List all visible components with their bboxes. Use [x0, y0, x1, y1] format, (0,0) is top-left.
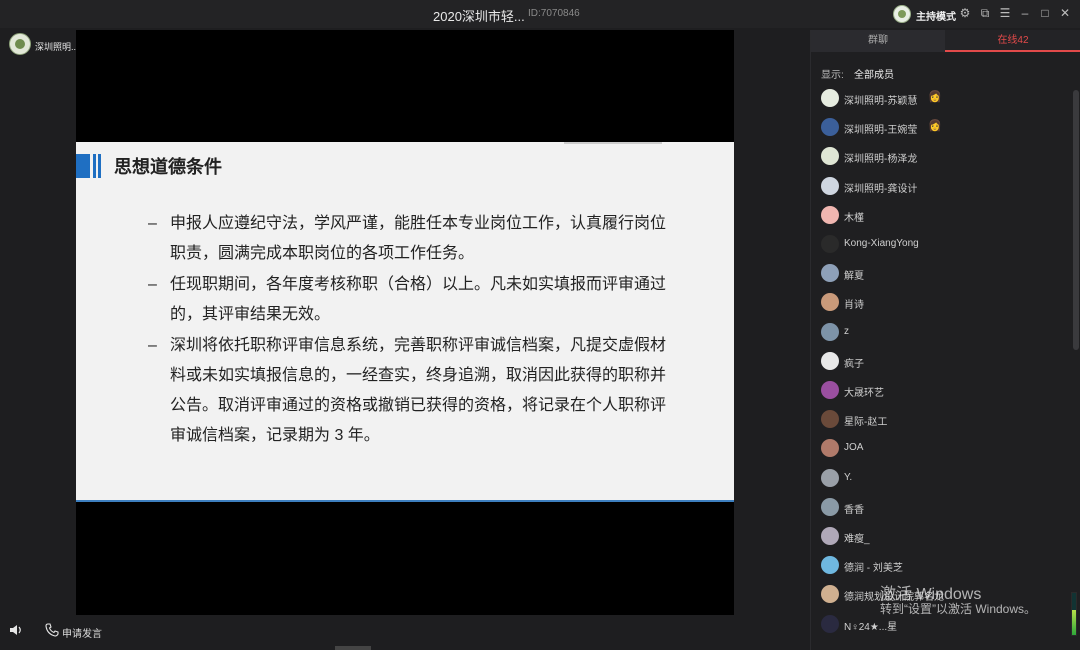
member-name: 德润 - 刘美芝 — [844, 563, 903, 575]
member-avatar — [821, 468, 839, 487]
member-avatar — [821, 264, 839, 283]
member-item[interactable]: JOA — [821, 438, 1061, 458]
member-name: 木槿 — [844, 212, 864, 224]
user-avatar[interactable] — [9, 33, 31, 55]
members-panel: 群聊 在线42 显示: 全部成员 深圳照明-苏颖慧 👩 深圳照明-王婉莹 👩 深圳照明-… — [810, 30, 1080, 650]
app-window: 2020深圳市轻... ID:7070846 主持模式 ⚙ ⧉ ☰ – □ ✕ … — [0, 0, 1080, 650]
member-item[interactable]: 德润 - 刘美芝 — [821, 555, 1061, 575]
slide-title-bar — [98, 154, 101, 178]
member-avatar — [821, 497, 839, 516]
tab-group-chat[interactable]: 群聊 — [811, 30, 945, 52]
member-avatar — [821, 381, 839, 399]
menu-icon[interactable]: ☰ — [997, 5, 1013, 21]
member-name: 大晟环艺 — [844, 388, 884, 399]
windows-activation-hint: 转到“设置”以激活 Windows。 — [880, 602, 1037, 616]
member-name: 难瘦_ — [844, 534, 870, 545]
member-badge-icon: 👩 — [928, 91, 942, 103]
member-name: 香香 — [844, 504, 864, 516]
title-bar: 2020深圳市轻... ID:7070846 主持模式 ⚙ ⧉ ☰ – □ ✕ — [0, 0, 1080, 28]
member-item[interactable]: 木槿 — [821, 205, 1061, 225]
member-item[interactable]: 肖诗 — [821, 292, 1061, 312]
bullet-text: 深圳将依托职称评审信息系统，完善职称评审诚信档案，凡提交虚假材料或未如实填报信息… — [170, 337, 667, 444]
slide-title: 思想道德条件 — [114, 157, 222, 177]
member-item[interactable]: 深圳照明-杨泽龙 — [821, 146, 1061, 166]
meeting-id: ID:7070846 — [528, 8, 580, 19]
member-item[interactable]: Kong-XiangYong — [821, 234, 1061, 254]
member-name: 深圳照明-龚设计 — [844, 183, 918, 195]
member-avatar — [821, 118, 839, 137]
member-avatar — [821, 439, 839, 458]
member-item[interactable]: 深圳照明-龚设计 — [821, 176, 1061, 196]
member-avatar — [821, 585, 839, 604]
member-item[interactable]: 疯子 — [821, 351, 1061, 371]
member-avatar — [821, 556, 839, 575]
user-name: 深圳照明... — [35, 42, 79, 52]
member-badge-icon: 👩 — [928, 120, 942, 133]
presentation-slide: 思想道德条件 – 申报人应遵纪守法，学风严谨，能胜任本专业岗位工作，认真履行岗位… — [76, 142, 734, 502]
slide-divider — [564, 142, 662, 144]
bullet-dash: – — [148, 276, 157, 293]
member-avatar — [821, 527, 839, 545]
host-avatar — [893, 5, 911, 23]
slide-title-bar — [93, 154, 96, 178]
member-avatar — [821, 147, 839, 166]
member-name: 深圳照明-王婉莹 — [844, 125, 918, 137]
member-name: 疯子 — [844, 358, 864, 370]
bullet-text: 任现职期间，各年度考核称职（合格）以上。凡未如实填报而评审通过的，其评审结果无效… — [170, 276, 667, 323]
speaker-icon[interactable] — [9, 623, 23, 637]
member-name: 深圳照明-苏颖慧 — [844, 96, 918, 107]
member-avatar — [821, 176, 839, 195]
member-name: Kong-XiangYong — [844, 238, 919, 249]
member-item[interactable]: 香香 — [821, 497, 1061, 517]
maximize-icon[interactable]: □ — [1037, 5, 1053, 21]
slide-title-bar — [76, 154, 90, 178]
external-link-icon[interactable]: ⧉ — [977, 5, 993, 21]
bullet-dash: – — [148, 215, 157, 232]
phone-icon[interactable] — [45, 623, 59, 637]
member-name: JOA — [844, 442, 864, 454]
slide-bullet: – 任现职期间，各年度考核称职（合格）以上。凡未如实填报而评审通过的，其评审结果… — [148, 270, 678, 330]
member-item[interactable]: 难瘦_ — [821, 526, 1061, 546]
slide-bullet: – 申报人应遵纪守法，学风严谨，能胜任本专业岗位工作，认真履行岗位职责，圆满完成… — [148, 209, 678, 269]
member-avatar — [821, 614, 839, 633]
member-item[interactable]: Y. — [821, 468, 1061, 488]
filter-label: 显示: — [821, 70, 844, 81]
audio-level-fill — [1072, 609, 1076, 635]
bullet-text: 申报人应遵纪守法，学风严谨，能胜任本专业岗位工作，认真履行岗位职责，圆满完成本职… — [170, 215, 667, 262]
member-item[interactable]: 深圳照明-王婉莹 👩 — [821, 117, 1061, 137]
member-name: N♀24★...星 — [844, 621, 898, 633]
gear-icon[interactable]: ⚙ — [957, 5, 973, 21]
member-avatar — [821, 322, 839, 341]
minimize-icon[interactable]: – — [1017, 5, 1033, 21]
member-avatar — [821, 235, 839, 253]
member-item[interactable]: 大晟环艺 — [821, 380, 1061, 400]
member-avatar — [821, 293, 839, 312]
window-title: 2020深圳市轻... — [433, 9, 525, 24]
member-name: 解夏 — [844, 271, 864, 283]
panel-scrollbar[interactable] — [1073, 90, 1079, 350]
member-name: z — [844, 325, 849, 337]
member-avatar — [821, 410, 839, 429]
host-mode-label[interactable]: 主持模式 — [916, 8, 956, 23]
filter-select[interactable]: 全部成员 — [854, 66, 894, 81]
member-item[interactable]: 深圳照明-苏颖慧 👩 — [821, 88, 1061, 108]
tab-online[interactable]: 在线42 — [945, 30, 1080, 52]
member-item[interactable]: 星际-赵工 — [821, 409, 1061, 429]
apply-speak-button[interactable]: 申请发言 — [62, 625, 102, 640]
audio-level-meter — [1071, 592, 1077, 636]
member-item[interactable]: 解夏 — [821, 263, 1061, 283]
member-name: 深圳照明-杨泽龙 — [844, 154, 918, 166]
member-name: 肖诗 — [844, 300, 864, 312]
member-name: Y. — [844, 471, 853, 483]
member-avatar — [821, 89, 839, 107]
close-icon[interactable]: ✕ — [1057, 5, 1073, 21]
slide-bullet: – 深圳将依托职称评审信息系统，完善职称评审诚信档案，凡提交虚假材料或未如实填报… — [148, 331, 678, 451]
horizontal-scrollbar[interactable] — [335, 646, 371, 650]
member-avatar — [821, 205, 839, 224]
member-name: 星际-赵工 — [844, 417, 888, 429]
bullet-dash: – — [148, 337, 157, 354]
member-avatar — [821, 351, 839, 370]
member-item[interactable]: z — [821, 322, 1061, 342]
